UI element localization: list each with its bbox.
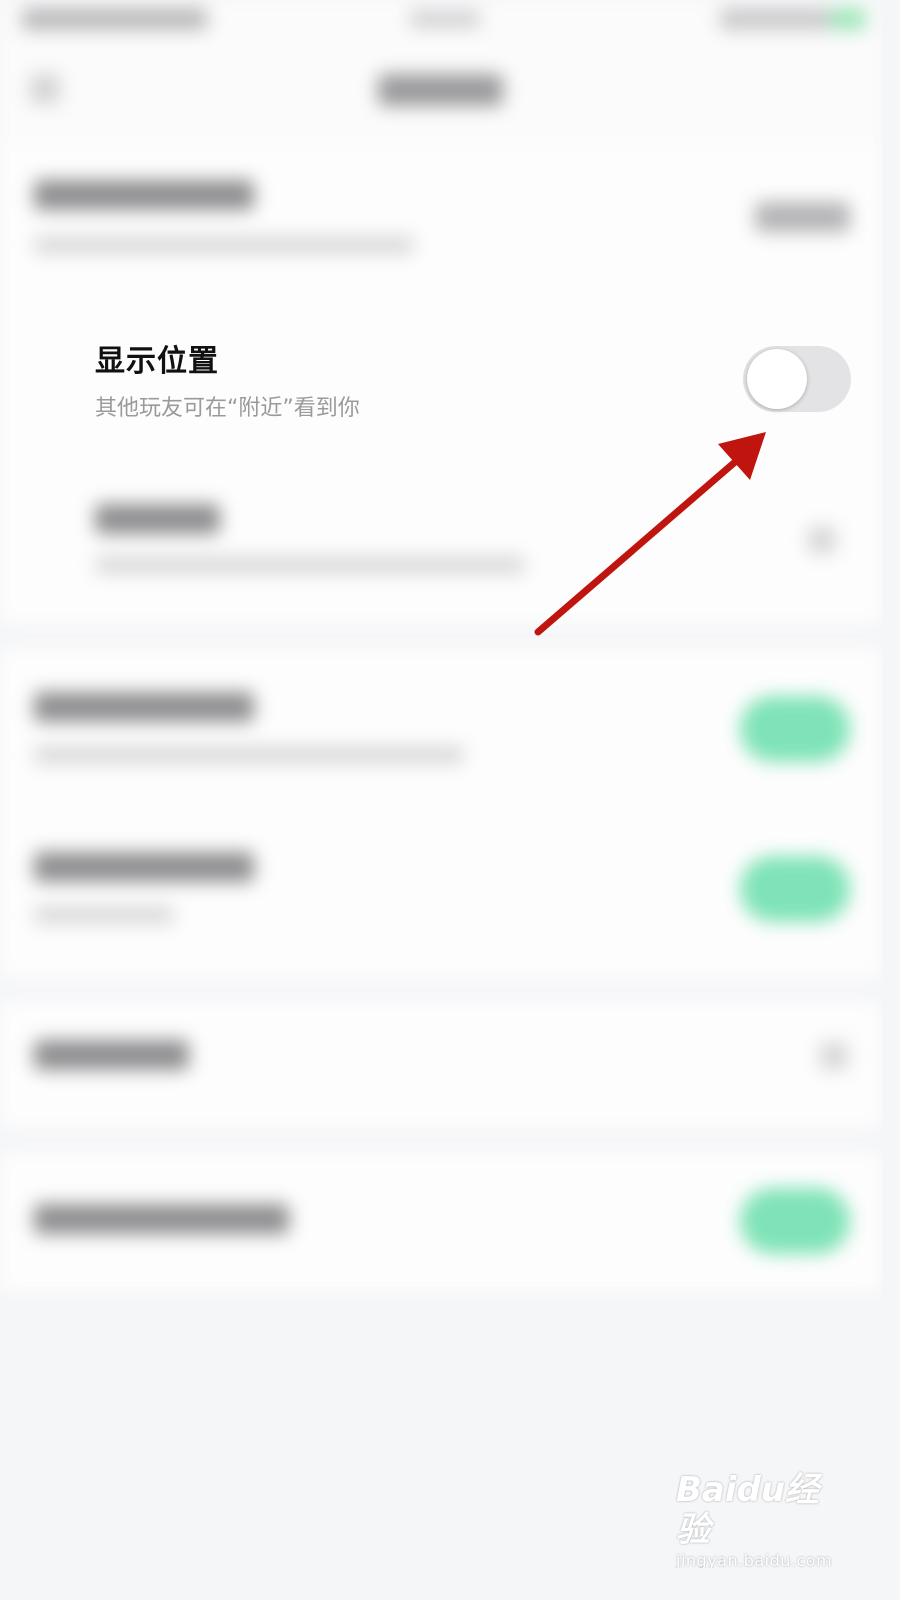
status-icons bbox=[720, 8, 830, 30]
back-icon[interactable] bbox=[30, 74, 60, 104]
setting-row-3-title bbox=[95, 504, 220, 534]
nav-title bbox=[378, 74, 503, 106]
settings-group-4 bbox=[0, 1152, 882, 1292]
watermark-logo: Baidu经验 bbox=[676, 1470, 820, 1550]
settings-group-3 bbox=[0, 1002, 882, 1128]
setting-row-6-title bbox=[34, 1040, 189, 1070]
setting-row-4-toggle[interactable] bbox=[740, 696, 850, 762]
setting-row-4-title bbox=[34, 692, 254, 722]
setting-title: 显示位置 bbox=[95, 344, 219, 379]
setting-row-7-title bbox=[34, 1204, 289, 1234]
chevron-right-icon[interactable] bbox=[820, 1042, 848, 1070]
navigation-bar bbox=[0, 44, 882, 144]
baidu-jingyan-watermark: Baidu经验 jingyan.baidu.com bbox=[676, 1470, 846, 1568]
setting-row-7-toggle[interactable] bbox=[740, 1188, 850, 1254]
battery-icon bbox=[830, 8, 866, 30]
phone-screen: 显示位置 其他玩友可在“附近”看到你 Baidu经验 jingyan.baidu… bbox=[0, 0, 882, 1568]
toggle-knob bbox=[747, 349, 807, 409]
status-time bbox=[22, 8, 207, 30]
setting-row-5-subtitle bbox=[34, 906, 174, 924]
setting-row-1-title bbox=[34, 180, 254, 210]
setting-subtitle: 其他玩友可在“附近”看到你 bbox=[95, 396, 360, 421]
status-center bbox=[410, 10, 480, 28]
blurred-settings-background bbox=[0, 0, 882, 1568]
watermark-url: jingyan.baidu.com bbox=[676, 1551, 833, 1568]
setting-row-3-subtitle bbox=[95, 556, 525, 574]
setting-row-4-subtitle bbox=[34, 746, 464, 764]
show-location-toggle[interactable] bbox=[743, 346, 851, 412]
setting-row-5-toggle[interactable] bbox=[740, 856, 850, 922]
status-bar bbox=[0, 0, 882, 44]
setting-row-1-subtitle bbox=[34, 236, 414, 254]
chevron-right-icon[interactable] bbox=[808, 526, 836, 554]
setting-row-1-action[interactable] bbox=[755, 202, 850, 232]
setting-row-show-location: 显示位置 其他玩友可在“附近”看到你 bbox=[0, 318, 882, 458]
settings-group-2 bbox=[0, 648, 882, 978]
setting-row-5-title bbox=[34, 852, 254, 882]
